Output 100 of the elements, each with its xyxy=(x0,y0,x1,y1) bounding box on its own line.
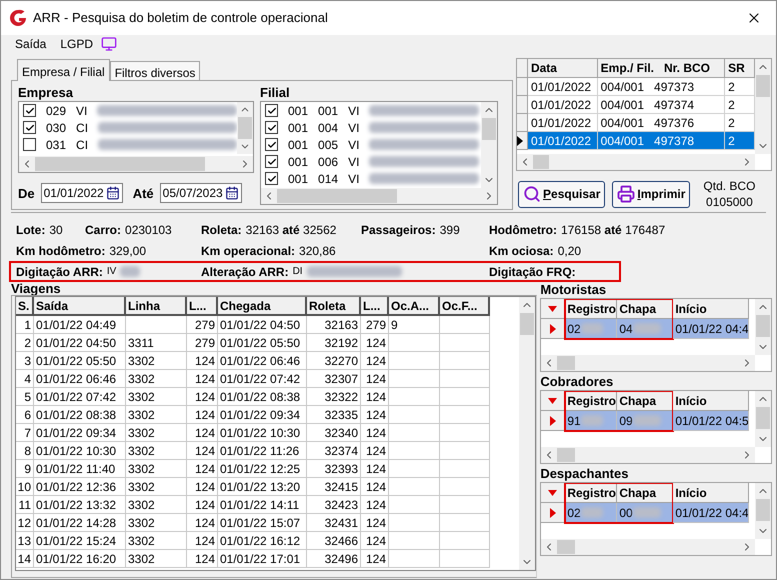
checkbox[interactable] xyxy=(265,155,278,168)
list-item[interactable]: 001 005 VI xyxy=(265,136,481,153)
grid-corner[interactable] xyxy=(517,59,528,78)
scroll-thumb[interactable] xyxy=(557,356,576,370)
table-cell: 01/01/22 11:40 xyxy=(34,460,126,478)
table-cell xyxy=(440,496,490,514)
calendar-icon[interactable] xyxy=(106,186,120,200)
print-button[interactable]: Imprimir xyxy=(612,180,690,208)
search-button[interactable]: Pesquisar xyxy=(518,180,606,208)
column-header[interactable]: Chapa xyxy=(617,391,674,411)
column-header[interactable]: Chapa xyxy=(617,483,674,503)
column-header[interactable]: Início xyxy=(673,483,750,503)
grid-corner[interactable] xyxy=(541,391,566,411)
table-cell xyxy=(440,370,490,388)
column-header[interactable]: Oc.A... xyxy=(389,297,440,316)
monitor-icon xyxy=(101,36,118,52)
table-cell: 124 xyxy=(361,550,389,568)
list-item[interactable]: 001 014 VI xyxy=(265,170,481,187)
date-field[interactable]: 01/01/2022 xyxy=(40,183,123,203)
column-header[interactable]: L... xyxy=(361,297,389,316)
column-header[interactable]: Chapa xyxy=(617,299,674,319)
list-item[interactable]: 031 CI xyxy=(23,136,237,153)
scrollbar[interactable] xyxy=(755,299,772,355)
list-item[interactable]: 030 CI xyxy=(23,119,237,136)
checkbox[interactable] xyxy=(23,121,36,134)
checkbox[interactable] xyxy=(265,121,278,134)
list-item[interactable]: 001 001 VI xyxy=(265,102,481,119)
tab[interactable]: Filtros diversos xyxy=(110,61,200,80)
checkbox[interactable] xyxy=(265,104,278,117)
table-cell: 01/01/22 05:50 xyxy=(218,334,307,352)
scrollbar[interactable] xyxy=(519,297,536,570)
menu-item[interactable]: LGPD xyxy=(60,35,118,53)
column-header[interactable]: Oc.F... xyxy=(440,297,490,316)
scrollbar[interactable] xyxy=(541,539,756,555)
scroll-thumb[interactable] xyxy=(277,189,397,203)
checkbox[interactable] xyxy=(23,138,36,151)
table-cell: 124 xyxy=(187,514,218,532)
scrollbar[interactable] xyxy=(481,102,497,188)
branch-code: 001 xyxy=(318,102,338,120)
column-header[interactable]: Registro xyxy=(565,483,618,503)
column-header[interactable]: SR xyxy=(725,59,755,78)
scroll-thumb[interactable] xyxy=(756,407,770,429)
scrollbar[interactable] xyxy=(19,156,253,172)
column-header[interactable]: Roleta xyxy=(307,297,361,316)
branch-name: VI xyxy=(348,170,360,188)
scroll-thumb[interactable] xyxy=(520,313,534,335)
scrollbar[interactable] xyxy=(755,391,772,447)
scroll-thumb[interactable] xyxy=(756,75,770,97)
column-header[interactable]: Saída xyxy=(34,297,126,316)
company-code: 001 xyxy=(288,136,308,154)
scroll-thumb[interactable] xyxy=(238,117,252,139)
scroll-thumb[interactable] xyxy=(756,315,770,337)
scrollbar[interactable] xyxy=(237,102,253,154)
scroll-thumb[interactable] xyxy=(557,448,576,462)
scroll-thumb[interactable] xyxy=(756,499,770,521)
field-label: Km hodômetro: xyxy=(16,242,106,260)
tab[interactable]: Empresa / Filial xyxy=(17,59,110,81)
column-header[interactable]: Início xyxy=(673,299,750,319)
checkbox[interactable] xyxy=(265,138,278,151)
column-header[interactable]: Registro xyxy=(565,391,618,411)
column-header[interactable]: Data xyxy=(528,59,598,78)
table-cell: 3302 xyxy=(126,388,187,406)
scrollbar[interactable] xyxy=(541,355,756,371)
scroll-thumb[interactable] xyxy=(35,157,205,171)
column-header[interactable]: Início xyxy=(673,391,750,411)
column-header[interactable]: L... xyxy=(187,297,218,316)
column-header[interactable]: Registro xyxy=(565,299,618,319)
scroll-thumb[interactable] xyxy=(557,540,576,554)
checkbox[interactable] xyxy=(23,104,36,117)
sort-indicator-icon[interactable] xyxy=(548,398,558,404)
column-header[interactable]: S. xyxy=(16,297,34,316)
scrollbar[interactable] xyxy=(541,447,756,463)
scroll-thumb[interactable] xyxy=(482,118,496,140)
scrollbar[interactable] xyxy=(755,483,772,539)
table-cell: 2 xyxy=(725,96,755,114)
scrollbar[interactable] xyxy=(517,154,755,170)
sort-indicator-icon[interactable] xyxy=(548,306,558,312)
table-cell: 01/01/22 12:36 xyxy=(34,478,126,496)
list-item[interactable]: 029 VI xyxy=(23,102,237,119)
menu-item[interactable]: Saída xyxy=(15,35,46,53)
scrollbar[interactable] xyxy=(755,59,771,154)
date-field[interactable]: 05/07/2023 xyxy=(160,183,242,203)
list-item[interactable]: 001 006 VI xyxy=(265,153,481,170)
sort-indicator-icon[interactable] xyxy=(548,490,558,496)
field-label: Digitação FRQ: xyxy=(489,264,576,280)
table-cell xyxy=(389,370,440,388)
checkbox[interactable] xyxy=(265,172,278,185)
row-header[interactable] xyxy=(517,132,528,150)
table-cell: 2 xyxy=(725,78,755,96)
table-cell xyxy=(389,514,440,532)
list-item[interactable]: 001 004 VI xyxy=(265,119,481,136)
column-header[interactable]: Chegada xyxy=(218,297,307,316)
grid-corner[interactable] xyxy=(541,483,566,503)
column-header[interactable]: Emp./ Fil. Nr. BCO xyxy=(598,59,726,78)
scroll-thumb[interactable] xyxy=(533,155,549,169)
column-header[interactable]: Linha xyxy=(126,297,187,316)
grid-corner[interactable] xyxy=(541,299,566,319)
list-label: Filial xyxy=(260,85,291,101)
calendar-icon[interactable] xyxy=(224,186,239,200)
scrollbar[interactable] xyxy=(261,188,497,204)
